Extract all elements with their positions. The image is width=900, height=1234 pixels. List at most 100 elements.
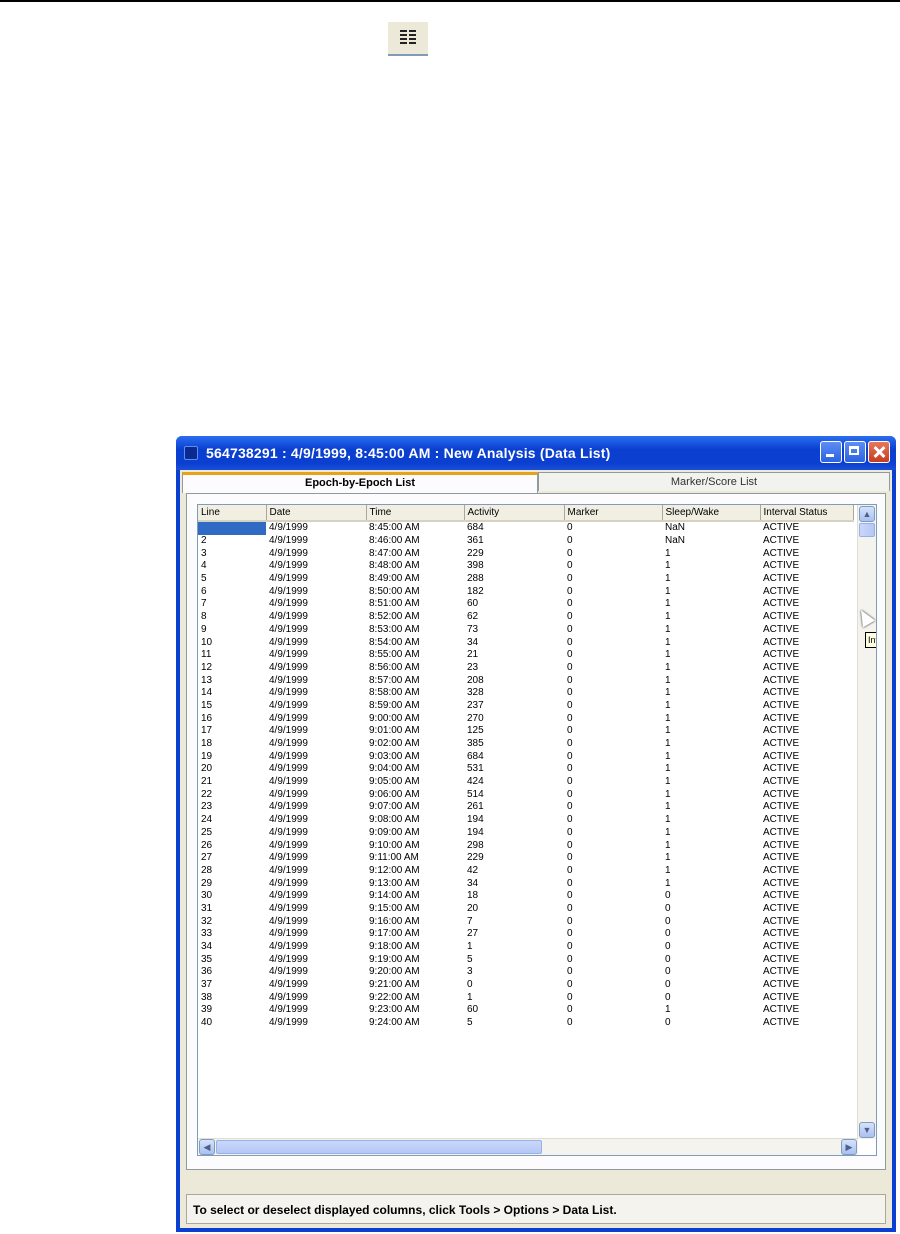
table-cell: 0 xyxy=(665,941,671,953)
table-cell: ACTIVE xyxy=(763,674,800,686)
table-cell: 0 xyxy=(567,1017,573,1029)
table-row[interactable]: 1 4/9/1999 8:45:00 AM 684 0 NaN ACTIVE xyxy=(198,521,853,535)
table-cell: 4/9/1999 xyxy=(269,890,308,902)
table-row[interactable]: 7 4/9/1999 8:51:00 AM 60 0 1 ACTIVE xyxy=(198,598,853,611)
table-cell: 9:08:00 AM xyxy=(369,814,420,826)
table-cell: 4/9/1999 xyxy=(269,966,308,978)
table-row[interactable]: 36 4/9/1999 9:20:00 AM 3 0 0 ACTIVE xyxy=(198,966,853,979)
close-button[interactable] xyxy=(868,441,890,463)
table-cell: 5 xyxy=(467,1017,473,1029)
app-icon[interactable] xyxy=(184,446,198,460)
table-cell: 40 xyxy=(201,1017,213,1029)
column-header[interactable]: Date xyxy=(266,505,367,522)
table-row[interactable]: 24 4/9/1999 9:08:00 AM 194 0 1 ACTIVE xyxy=(198,814,853,827)
table-cell: 9:03:00 AM xyxy=(369,750,420,762)
table-cell: ACTIVE xyxy=(763,839,800,851)
vertical-scroll-thumb[interactable] xyxy=(859,523,875,537)
scroll-left-icon[interactable]: ◀ xyxy=(199,1139,215,1155)
scroll-down-icon[interactable]: ▼ xyxy=(859,1122,875,1138)
scroll-right-icon[interactable]: ▶ xyxy=(841,1139,857,1155)
table-cell: 1 xyxy=(198,521,266,535)
table-cell: 8:47:00 AM xyxy=(369,547,420,559)
table-row[interactable]: 16 4/9/1999 9:00:00 AM 270 0 1 ACTIVE xyxy=(198,712,853,725)
table-row[interactable]: 9 4/9/1999 8:53:00 AM 73 0 1 ACTIVE xyxy=(198,624,853,637)
table-row[interactable]: 4 4/9/1999 8:48:00 AM 398 0 1 ACTIVE xyxy=(198,560,853,573)
table-cell: 1 xyxy=(665,649,671,661)
title-bar[interactable]: 564738291 : 4/9/1999, 8:45:00 AM : New A… xyxy=(176,436,896,470)
table-row[interactable]: 37 4/9/1999 9:21:00 AM 0 0 0 ACTIVE xyxy=(198,979,853,992)
table-row[interactable]: 10 4/9/1999 8:54:00 AM 34 0 1 ACTIVE xyxy=(198,636,853,649)
table-row[interactable]: 8 4/9/1999 8:52:00 AM 62 0 1 ACTIVE xyxy=(198,611,853,624)
table-cell: 0 xyxy=(567,573,573,585)
table-row[interactable]: 19 4/9/1999 9:03:00 AM 684 0 1 ACTIVE xyxy=(198,750,853,763)
table-cell: 27 xyxy=(201,852,213,864)
table-cell: 9:20:00 AM xyxy=(369,966,420,978)
table-cell: 0 xyxy=(665,966,671,978)
table-row[interactable]: 12 4/9/1999 8:56:00 AM 23 0 1 ACTIVE xyxy=(198,662,853,675)
column-header[interactable]: Activity xyxy=(464,505,565,522)
table-cell: 4/9/1999 xyxy=(269,611,308,623)
table-row[interactable]: 13 4/9/1999 8:57:00 AM 208 0 1 ACTIVE xyxy=(198,674,853,687)
table-row[interactable]: 28 4/9/1999 9:12:00 AM 42 0 1 ACTIVE xyxy=(198,865,853,878)
column-header[interactable]: Sleep/Wake xyxy=(662,505,761,522)
list-view-icon[interactable] xyxy=(388,22,428,56)
scroll-up-icon[interactable]: ▲ xyxy=(859,506,875,522)
table-row[interactable]: 27 4/9/1999 9:11:00 AM 229 0 1 ACTIVE xyxy=(198,852,853,865)
data-grid[interactable]: Line Date Time Activity Marker Sleep/Wake Inte… xyxy=(197,504,877,1156)
table-cell: 4/9/1999 xyxy=(269,547,308,559)
column-header[interactable]: Time xyxy=(366,505,465,522)
table-row[interactable]: 34 4/9/1999 9:18:00 AM 1 0 0 ACTIVE xyxy=(198,941,853,954)
table-cell: 25 xyxy=(201,826,213,838)
table-row[interactable]: 33 4/9/1999 9:17:00 AM 27 0 0 ACTIVE xyxy=(198,928,853,941)
table-cell: 684 xyxy=(467,750,484,762)
column-header[interactable]: Interval Status xyxy=(760,505,854,522)
table-cell: 4/9/1999 xyxy=(269,991,308,1003)
table-cell: 28 xyxy=(201,864,213,876)
table-row[interactable]: 22 4/9/1999 9:06:00 AM 514 0 1 ACTIVE xyxy=(198,788,853,801)
table-row[interactable]: 26 4/9/1999 9:10:00 AM 298 0 1 ACTIVE xyxy=(198,839,853,852)
table-row[interactable]: 18 4/9/1999 9:02:00 AM 385 0 1 ACTIVE xyxy=(198,738,853,751)
table-cell: 19 xyxy=(201,750,213,762)
tab-epoch-by-epoch-list[interactable]: Epoch-by-Epoch List xyxy=(182,472,538,493)
table-cell: 0 xyxy=(567,738,573,750)
table-cell: 4/9/1999 xyxy=(269,623,308,635)
table-row[interactable]: 20 4/9/1999 9:04:00 AM 531 0 1 ACTIVE xyxy=(198,763,853,776)
table-row[interactable]: 17 4/9/1999 9:01:00 AM 125 0 1 ACTIVE xyxy=(198,725,853,738)
table-row[interactable]: 3 4/9/1999 8:47:00 AM 229 0 1 ACTIVE xyxy=(198,547,853,560)
maximize-button[interactable] xyxy=(844,441,866,463)
horizontal-scrollbar[interactable]: ◀ ▶ xyxy=(198,1138,858,1155)
table-cell: 328 xyxy=(467,687,484,699)
vertical-scrollbar[interactable]: ▲ ▼ xyxy=(857,505,876,1139)
table-row[interactable]: 32 4/9/1999 9:16:00 AM 7 0 0 ACTIVE xyxy=(198,915,853,928)
table-row[interactable]: 2 4/9/1999 8:46:00 AM 361 0 NaN ACTIVE xyxy=(198,535,853,548)
table-row[interactable]: 40 4/9/1999 9:24:00 AM 5 0 0 ACTIVE xyxy=(198,1017,853,1030)
table-cell: 298 xyxy=(467,839,484,851)
table-cell: 4/9/1999 xyxy=(269,902,308,914)
table-cell: 5 xyxy=(201,573,207,585)
table-row[interactable]: 14 4/9/1999 8:58:00 AM 328 0 1 ACTIVE xyxy=(198,687,853,700)
table-row[interactable]: 29 4/9/1999 9:13:00 AM 34 0 1 ACTIVE xyxy=(198,877,853,890)
table-cell: 21 xyxy=(201,776,213,788)
table-row[interactable]: 15 4/9/1999 8:59:00 AM 237 0 1 ACTIVE xyxy=(198,700,853,713)
table-cell: 9:24:00 AM xyxy=(369,1017,420,1029)
table-cell: 6 xyxy=(201,585,207,597)
table-cell: 4/9/1999 xyxy=(269,763,308,775)
horizontal-scroll-thumb[interactable] xyxy=(216,1140,542,1154)
table-cell: 0 xyxy=(567,623,573,635)
table-row[interactable]: 6 4/9/1999 8:50:00 AM 182 0 1 ACTIVE xyxy=(198,585,853,598)
minimize-button[interactable] xyxy=(820,441,842,463)
tab-marker-score-list[interactable]: Marker/Score List xyxy=(538,472,890,491)
table-row[interactable]: 31 4/9/1999 9:15:00 AM 20 0 0 ACTIVE xyxy=(198,903,853,916)
column-header[interactable]: Marker xyxy=(564,505,663,522)
table-row[interactable]: 11 4/9/1999 8:55:00 AM 21 0 1 ACTIVE xyxy=(198,649,853,662)
table-cell: 9 xyxy=(201,623,207,635)
table-row[interactable]: 5 4/9/1999 8:49:00 AM 288 0 1 ACTIVE xyxy=(198,573,853,586)
table-row[interactable]: 30 4/9/1999 9:14:00 AM 18 0 0 ACTIVE xyxy=(198,890,853,903)
table-row[interactable]: 23 4/9/1999 9:07:00 AM 261 0 1 ACTIVE xyxy=(198,801,853,814)
table-row[interactable]: 38 4/9/1999 9:22:00 AM 1 0 0 ACTIVE xyxy=(198,991,853,1004)
column-header[interactable]: Line xyxy=(198,505,267,522)
table-row[interactable]: 39 4/9/1999 9:23:00 AM 60 0 1 ACTIVE xyxy=(198,1004,853,1017)
table-row[interactable]: 21 4/9/1999 9:05:00 AM 424 0 1 ACTIVE xyxy=(198,776,853,789)
table-row[interactable]: 35 4/9/1999 9:19:00 AM 5 0 0 ACTIVE xyxy=(198,953,853,966)
table-row[interactable]: 25 4/9/1999 9:09:00 AM 194 0 1 ACTIVE xyxy=(198,827,853,840)
